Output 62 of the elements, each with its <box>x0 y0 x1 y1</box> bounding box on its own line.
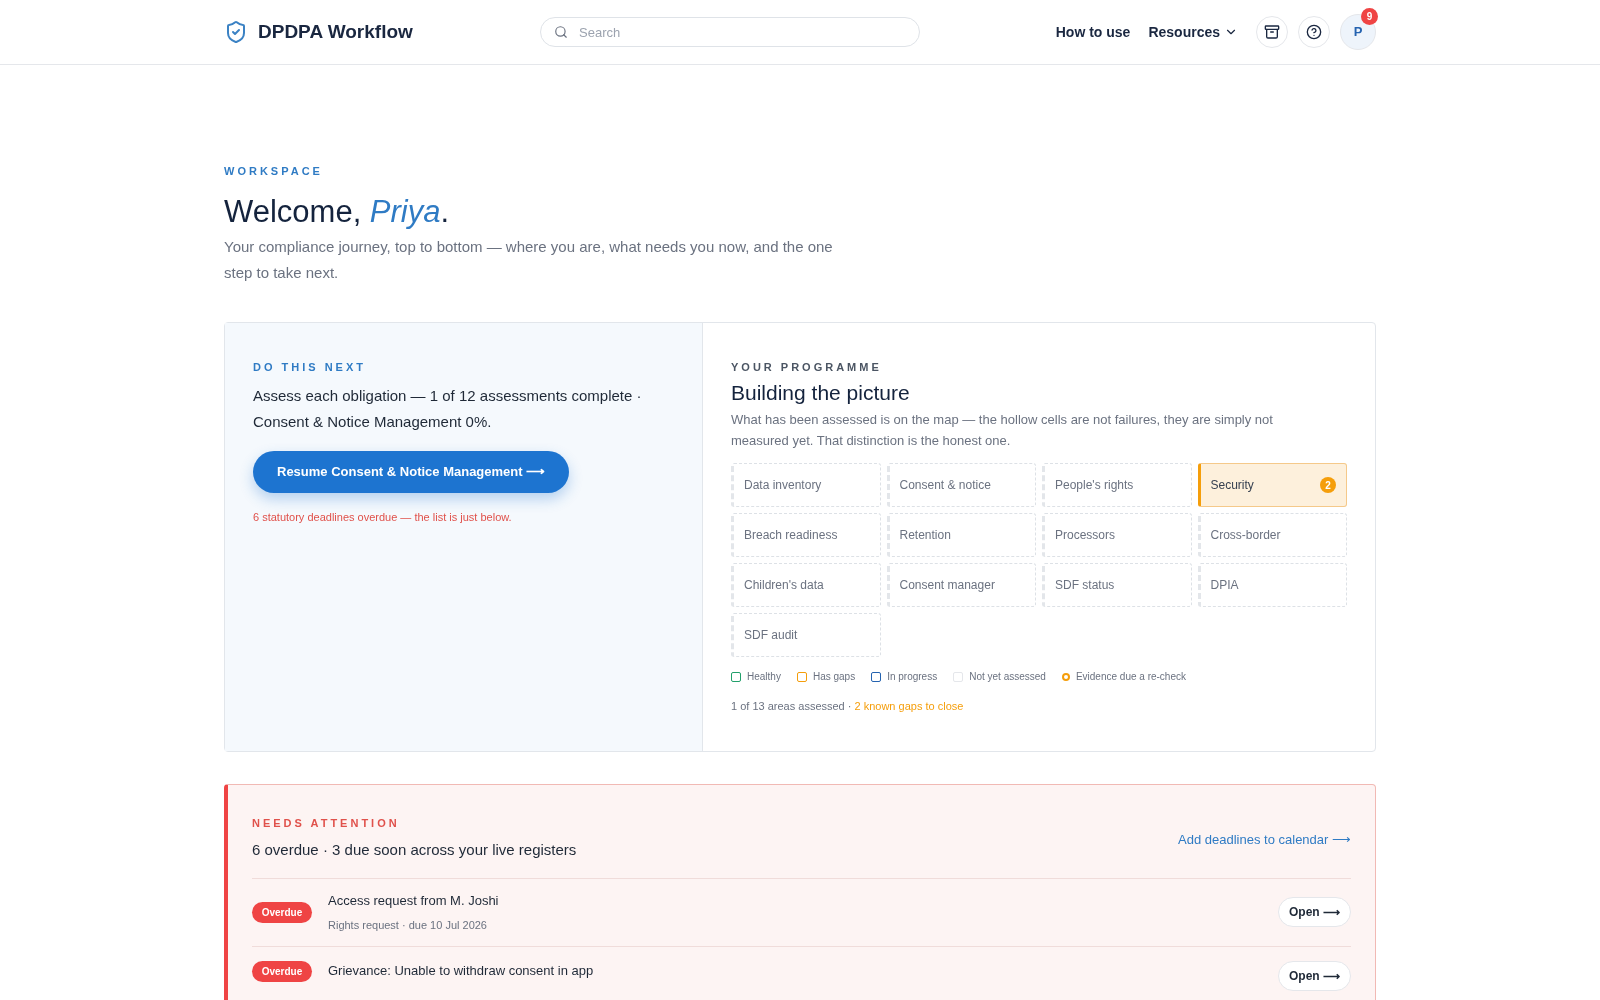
programme-title: Building the picture <box>731 380 911 406</box>
area-cell[interactable]: Processors <box>1042 513 1192 557</box>
area-cell[interactable]: Consent manager <box>886 563 1036 607</box>
notification-badge: 9 <box>1361 8 1378 25</box>
area-cell[interactable]: People's rights <box>1042 463 1192 507</box>
area-label: Consent manager <box>899 577 995 594</box>
open-button[interactable]: Open ⟶ <box>1278 897 1351 927</box>
area-cell[interactable]: SDF status <box>1042 563 1192 607</box>
area-cell[interactable]: Data inventory <box>731 463 881 507</box>
brand-name[interactable]: DPDPA Workflow <box>258 17 413 47</box>
shield-logo-icon <box>224 20 248 44</box>
attention-summary: 6 overdue · 3 due soon across your live registers <box>252 840 577 860</box>
area-label: Cross-border <box>1210 527 1281 544</box>
item-title[interactable]: Grievance: Unable to withdraw consent in app <box>328 960 1278 980</box>
area-cell[interactable]: Children's data <box>731 563 881 607</box>
legend-label: In progress <box>887 670 938 684</box>
programme-summary: 1 of 13 areas assessed · 2 known gaps to close <box>731 699 965 714</box>
section-eyebrow: WORKSPACE <box>224 164 324 179</box>
area-label: SDF status <box>1055 577 1115 594</box>
area-label: Data inventory <box>744 477 822 494</box>
search-field[interactable]: Search <box>540 17 920 47</box>
open-button[interactable]: Open ⟶ <box>1278 960 1351 991</box>
legend-label: Healthy <box>747 670 781 684</box>
archive-icon <box>1264 24 1280 40</box>
area-cell[interactable]: DPIA <box>1197 563 1347 607</box>
help-icon <box>1306 24 1322 40</box>
panel-eyebrow: YOUR PROGRAMME <box>731 359 883 375</box>
legend-label: Not yet assessed <box>969 670 1046 684</box>
welcome-heading: Welcome, Priya. <box>224 192 451 231</box>
status-badge: Overdue <box>252 960 312 982</box>
gap-count-badge: 2 <box>1320 477 1336 493</box>
area-cell[interactable]: Security 2 <box>1197 463 1347 507</box>
next-step-text: Assess each obligation — 1 of 12 assessments complete · Consent & Notice Management 0%. <box>253 386 643 432</box>
legend-label: Evidence due a re-check <box>1075 670 1186 684</box>
item-title[interactable]: Access request from M. Joshi <box>328 890 1278 910</box>
calendar-link[interactable]: Add deadlines to calendar ⟶ <box>1178 830 1351 850</box>
area-cell[interactable]: Cross-border <box>1197 513 1347 557</box>
search-icon <box>554 25 568 39</box>
item-meta: Rights request · due 10 Jul 2026 <box>328 918 488 933</box>
area-label: SDF audit <box>744 627 798 644</box>
programme-description: What has been assessed is on the map — the hollow cells are not failures, they are simply not measured yet. That distinction is the honest one. <box>731 411 1274 450</box>
area-label: Breach readiness <box>744 527 838 544</box>
panel-eyebrow: NEEDS ATTENTION <box>252 815 401 831</box>
area-label: DPIA <box>1210 577 1239 594</box>
area-cell[interactable]: Consent & notice <box>886 463 1036 507</box>
panel-eyebrow: DO THIS NEXT <box>253 359 367 375</box>
area-cell[interactable]: Breach readiness <box>731 513 881 557</box>
area-label: People's rights <box>1055 477 1134 494</box>
area-label: Processors <box>1055 527 1116 544</box>
status-badge: Overdue <box>252 901 312 923</box>
area-cell[interactable]: Retention <box>886 513 1036 557</box>
area-label: Children's data <box>744 577 824 594</box>
resume-button[interactable]: Resume Consent & Notice Management ⟶ <box>253 451 570 493</box>
area-cell[interactable]: SDF audit <box>731 613 881 657</box>
legend-label: Has gaps <box>812 670 856 684</box>
intro-text: Your compliance journey, top to bottom — where you are, what needs you now, and the one step to take next. <box>224 236 834 283</box>
area-label: Retention <box>899 527 951 544</box>
area-label: Security <box>1210 477 1254 494</box>
area-label: Consent & notice <box>899 477 991 494</box>
nav-link[interactable]: How to use <box>1055 21 1131 43</box>
resources-menu[interactable]: Resources <box>1148 21 1238 43</box>
overdue-warning: 6 statutory deadlines overdue — the list is just below. <box>253 510 513 525</box>
